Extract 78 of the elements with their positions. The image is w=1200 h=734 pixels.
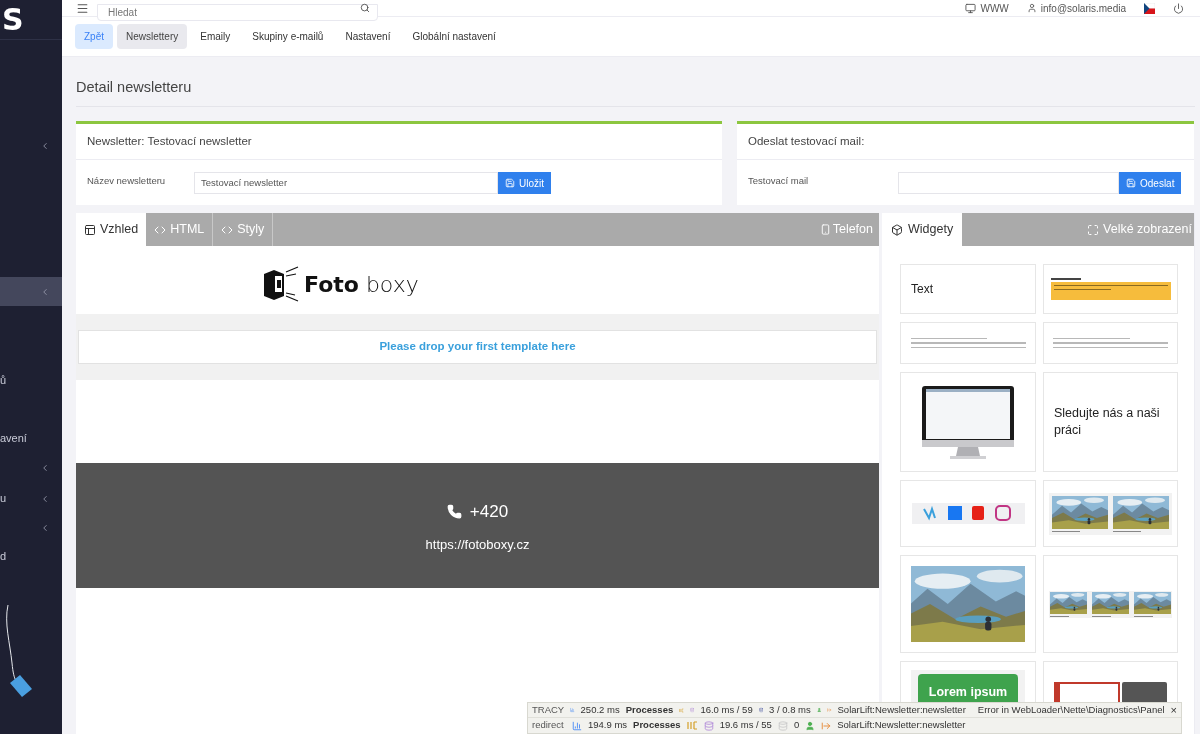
nav-tab[interactable]: Emaily [191,24,240,49]
panel-label: redirect [532,718,565,733]
widget-text: Text [910,281,934,298]
widgets-tab[interactable]: Widgety [882,213,963,246]
phone-icon [446,504,462,520]
field-label: Název newsletteru [87,174,167,188]
widget-tile[interactable]: Sledujte nás a naši práci [1043,372,1178,472]
database-icon[interactable] [690,705,695,715]
arrow-icon[interactable] [821,720,832,731]
nav-tab[interactable]: Globální nastavení [403,24,505,49]
user-icon[interactable] [805,720,816,731]
sidebar-item[interactable] [0,277,62,306]
container-icon[interactable] [679,705,684,715]
field-label: Testovací mail [748,174,810,188]
time-value: 194.9 ms [588,718,628,733]
page-title: Detail newsletteru [76,77,192,97]
search-field[interactable]: Hledat [97,3,378,21]
widget-tile[interactable] [900,480,1036,547]
route-name: SolarLift:Newsletter:newsletter [837,718,966,733]
menu-icon[interactable] [76,1,89,15]
save-icon [505,178,515,188]
route-name: SolarLift:Newsletter:newsletter [837,702,966,717]
save-icon [1126,178,1136,188]
website-url: https://fotoboxy.cz [425,535,530,554]
container-icon[interactable] [686,721,698,730]
card-title: Newsletter: Testovací newsletter [87,133,252,149]
processes-label[interactable]: Processes [633,718,681,733]
widget-tile[interactable]: Text [900,264,1036,314]
search-icon [360,2,370,13]
widget-tile[interactable] [1043,264,1178,314]
user-icon[interactable] [816,705,822,715]
smartphone-icon [819,224,831,235]
database-icon[interactable] [703,720,714,731]
camera-box-icon [262,266,300,302]
text-field[interactable] [898,172,1119,194]
layout-icon [84,223,96,236]
expand-icon [1087,223,1100,236]
widget-tile[interactable] [900,322,1036,364]
chart-icon[interactable] [572,720,582,731]
logo: S [2,4,24,35]
widget-tile[interactable] [1043,322,1178,364]
arrow-icon[interactable] [827,705,832,715]
monitor-icon [965,2,977,14]
widget-tile[interactable] [900,555,1036,653]
close-button[interactable]: × [1170,701,1178,719]
cube-icon [891,223,903,236]
account-link[interactable]: info@solaris.media [1026,0,1126,16]
nav-tab[interactable]: Skupiny e-mailů [243,24,333,49]
time-value: 250.2 ms [580,702,620,717]
send-button[interactable]: Odeslat [1119,172,1182,194]
panel-label: TRACY [532,702,565,717]
query-stats: 19.6 ms / 55 [719,718,772,733]
widget-tile[interactable] [1043,661,1178,705]
website-link[interactable]: WWW [965,0,1009,16]
editor-tab[interactable]: Vzhled [76,213,147,246]
widget-tile[interactable] [1043,480,1178,547]
widget-text: Sledujte nás a naši práci [1053,405,1161,439]
text-field[interactable]: Testovací newsletter [194,172,498,194]
save-button[interactable]: Uložit [498,172,551,194]
nav-tab[interactable]: Nastavení [336,24,400,49]
card-title: Odeslat testovací mail: [748,133,865,149]
cache-stats: 0 [793,718,800,733]
logo-text: Foto boxy [304,270,419,299]
database-icon[interactable] [758,705,764,715]
flag-icon[interactable] [1144,2,1155,14]
power-icon[interactable] [1173,2,1184,14]
cache-stats: 3 / 0.8 ms [769,702,811,717]
error-message: Error in WebLoader\Nette\Diagnostics\Panel [977,702,1165,717]
user-icon [1026,3,1037,13]
widget-tile[interactable] [900,372,1036,472]
cta-button: Lorem ipsum [918,674,1018,704]
chart-icon[interactable] [570,705,575,715]
database-icon[interactable] [777,720,788,731]
query-stats: 16.0 ms / 59 [700,702,753,717]
nav-tab[interactable]: Newslettery [117,24,188,49]
widget-tile[interactable] [1043,555,1178,653]
phone-number: +420 [469,501,509,523]
processes-label[interactable]: Processes [625,702,674,718]
